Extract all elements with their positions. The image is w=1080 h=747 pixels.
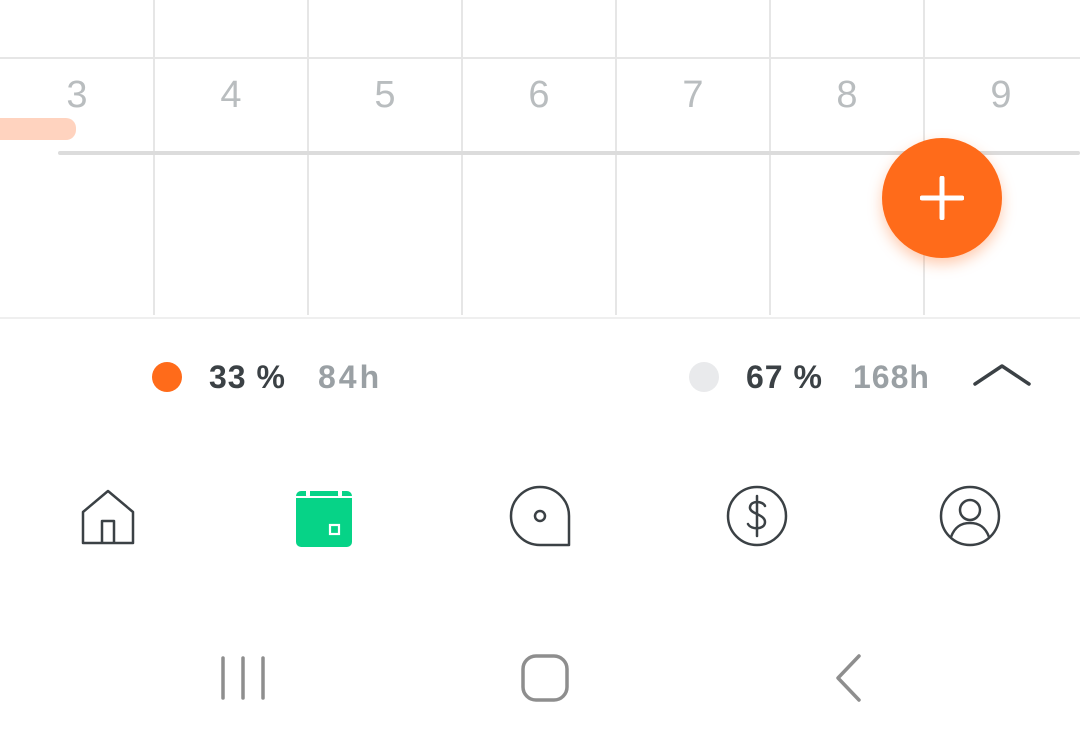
home-button[interactable] (505, 648, 585, 708)
day-number[interactable]: 4 (191, 72, 271, 118)
event-bar[interactable] (0, 118, 76, 140)
recent-apps-icon (221, 656, 265, 700)
day-number[interactable]: 6 (499, 72, 579, 118)
day-number[interactable]: 9 (961, 72, 1041, 118)
remaining-percent: 67 % (746, 359, 823, 395)
day-number[interactable]: 7 (653, 72, 733, 118)
day-number[interactable]: 5 (345, 72, 425, 118)
worked-color-dot (152, 362, 182, 392)
chevron-up-icon (973, 364, 1031, 386)
home-button-icon (521, 654, 569, 702)
grid-line (461, 0, 463, 315)
chat-bubble-icon (509, 485, 571, 547)
nav-messages[interactable] (500, 476, 580, 556)
dollar-icon (726, 485, 788, 547)
worked-hours: 84h (318, 359, 383, 395)
grid-line (769, 0, 771, 315)
hours-summary-bar: 33 % 84h 67 % 168h (0, 317, 1080, 438)
back-button[interactable] (809, 648, 889, 708)
remaining-hours: 168h (853, 359, 930, 395)
calendar-icon (296, 486, 352, 547)
day-number[interactable]: 3 (37, 72, 117, 118)
back-icon (836, 654, 861, 702)
recent-apps-button[interactable] (203, 648, 283, 708)
worked-percent: 33 % (209, 359, 286, 395)
grid-line (153, 0, 155, 315)
expand-summary-button[interactable] (966, 352, 1038, 396)
profile-icon (939, 485, 1001, 547)
remaining-color-dot (689, 362, 719, 392)
plus-icon (920, 176, 964, 220)
nav-home[interactable] (68, 476, 148, 556)
nav-payments[interactable] (717, 476, 797, 556)
nav-profile[interactable] (930, 476, 1010, 556)
bottom-navigation (0, 436, 1080, 586)
grid-line (615, 0, 617, 315)
day-number[interactable]: 8 (807, 72, 887, 118)
system-navigation-bar (0, 600, 1080, 747)
home-icon (81, 489, 135, 545)
nav-calendar[interactable] (284, 476, 364, 556)
grid-line (0, 57, 1080, 59)
add-entry-button[interactable] (882, 138, 1002, 258)
grid-line (307, 0, 309, 315)
